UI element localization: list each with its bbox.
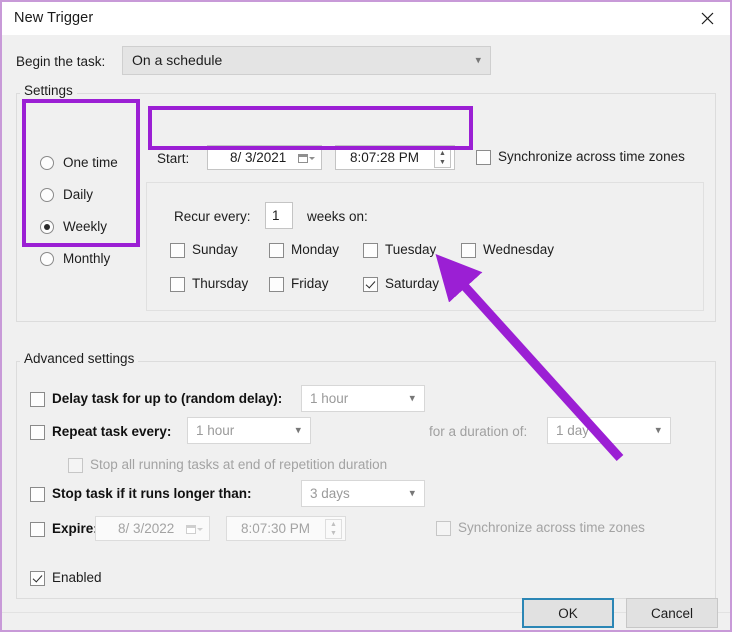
begin-task-label: Begin the task: — [16, 54, 106, 69]
expire-time-value: 8:07:30 PM — [241, 521, 311, 536]
expire-checkbox[interactable] — [30, 522, 45, 537]
calendar-dropdown-icon[interactable] — [186, 523, 203, 535]
settings-group-title: Settings — [20, 83, 77, 98]
expire-date-value: 8/ 3/2022 — [118, 521, 175, 536]
start-time-value: 8:07:28 PM — [350, 150, 420, 165]
chevron-down-icon: ▾ — [409, 392, 415, 404]
close-icon — [701, 12, 714, 25]
spinner-updown-icon[interactable]: ▲ ▼ — [434, 148, 451, 168]
recur-every-value: 1 — [272, 208, 280, 223]
expire-label: Expire: — [52, 521, 98, 536]
checkbox-indicator[interactable] — [363, 277, 378, 292]
repeat-duration-label: for a duration of: — [429, 424, 528, 439]
start-label: Start: — [157, 151, 190, 166]
stop-all-running-checkbox[interactable] — [68, 458, 83, 473]
ok-button-label: OK — [558, 605, 578, 621]
day-label: Monday — [291, 242, 340, 257]
start-time-field[interactable]: 8:07:28 PM ▲ ▼ — [335, 145, 455, 170]
day-label: Thursday — [192, 276, 249, 291]
day-label: Saturday — [385, 276, 440, 291]
radio-label: Monthly — [63, 251, 111, 266]
chevron-down-icon: ▾ — [475, 54, 481, 66]
repeat-task-checkbox[interactable] — [30, 425, 45, 440]
stop-all-running-label: Stop all running tasks at end of repetit… — [90, 457, 388, 472]
checkbox-indicator[interactable] — [461, 243, 476, 258]
recur-every-label: Recur every: — [174, 209, 251, 224]
radio-label: One time — [63, 155, 118, 170]
repeat-task-value: 1 hour — [196, 423, 235, 438]
stop-task-longer-label: Stop task if it runs longer than: — [52, 486, 252, 501]
radio-indicator — [40, 156, 54, 170]
recur-every-input[interactable]: 1 — [265, 202, 293, 229]
sync-timezones-checkbox[interactable] — [476, 150, 491, 165]
stop-task-longer-checkbox[interactable] — [30, 487, 45, 502]
advanced-group-title: Advanced settings — [20, 351, 139, 366]
checkbox-indicator[interactable] — [269, 277, 284, 292]
cancel-button[interactable]: Cancel — [626, 598, 718, 628]
delay-task-checkbox[interactable] — [30, 392, 45, 407]
delay-task-combobox[interactable]: 1 hour ▾ — [301, 385, 425, 412]
dialog-body: Begin the task: On a schedule ▾ Settings… — [2, 35, 730, 630]
enabled-checkbox[interactable] — [30, 571, 45, 586]
ok-button[interactable]: OK — [522, 598, 614, 628]
radio-indicator — [40, 220, 54, 234]
radio-indicator — [40, 188, 54, 202]
chevron-down-icon: ▾ — [295, 424, 301, 436]
day-label: Wednesday — [483, 242, 555, 257]
spinner-up[interactable]: ▲ — [326, 520, 341, 529]
begin-task-value: On a schedule — [132, 52, 223, 68]
start-date-field[interactable]: 8/ 3/2021 — [207, 145, 322, 170]
repeat-task-label: Repeat task every: — [52, 424, 172, 439]
delay-task-label: Delay task for up to (random delay): — [52, 391, 283, 406]
expire-sync-label: Synchronize across time zones — [458, 520, 645, 535]
start-date-value: 8/ 3/2021 — [230, 150, 287, 165]
radio-label: Daily — [63, 187, 94, 202]
sync-timezones-label: Synchronize across time zones — [498, 149, 685, 164]
begin-task-combobox[interactable]: On a schedule ▾ — [122, 46, 491, 75]
radio-indicator — [40, 252, 54, 266]
spinner-down[interactable]: ▼ — [326, 529, 341, 538]
footer-separator — [2, 612, 730, 613]
stop-task-longer-combobox[interactable]: 3 days ▾ — [301, 480, 425, 507]
chevron-down-icon: ▾ — [409, 487, 415, 499]
checkbox-indicator[interactable] — [363, 243, 378, 258]
spinner-up[interactable]: ▲ — [435, 149, 450, 158]
radio-label: Weekly — [63, 219, 108, 234]
title-bar: New Trigger — [2, 2, 730, 36]
weeks-on-label: weeks on: — [307, 209, 368, 224]
checkbox-indicator[interactable] — [170, 277, 185, 292]
repeat-task-combobox[interactable]: 1 hour ▾ — [187, 417, 311, 444]
day-label: Sunday — [192, 242, 238, 257]
delay-task-value: 1 hour — [310, 391, 349, 406]
new-trigger-dialog: New Trigger Begin the task: On a schedul… — [0, 0, 732, 632]
spinner-down[interactable]: ▼ — [435, 158, 450, 167]
checkbox-indicator[interactable] — [170, 243, 185, 258]
cancel-button-label: Cancel — [650, 605, 694, 621]
expire-time-field[interactable]: 8:07:30 PM ▲ ▼ — [226, 516, 346, 541]
expire-sync-checkbox[interactable] — [436, 521, 451, 536]
expire-date-field[interactable]: 8/ 3/2022 — [95, 516, 210, 541]
spinner-updown-icon[interactable]: ▲ ▼ — [325, 519, 342, 539]
checkbox-indicator[interactable] — [269, 243, 284, 258]
repeat-duration-combobox[interactable]: 1 day ▾ — [547, 417, 671, 444]
chevron-down-icon: ▾ — [655, 424, 661, 436]
stop-task-longer-value: 3 days — [310, 486, 350, 501]
calendar-dropdown-icon[interactable] — [298, 152, 315, 164]
enabled-label: Enabled — [52, 570, 102, 585]
window-title: New Trigger — [14, 10, 94, 26]
day-label: Friday — [291, 276, 329, 291]
day-label: Tuesday — [385, 242, 437, 257]
close-button[interactable] — [684, 2, 730, 35]
repeat-duration-value: 1 day — [556, 423, 590, 438]
